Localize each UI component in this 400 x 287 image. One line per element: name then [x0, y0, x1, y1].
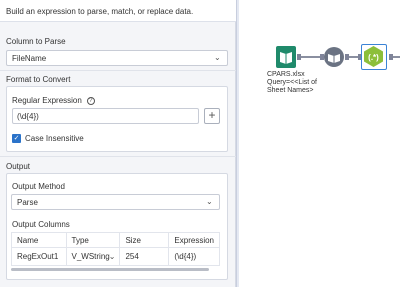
column-to-parse-label: Column to Parse: [6, 37, 66, 46]
output-label: Output: [6, 162, 31, 171]
horizontal-scrollbar[interactable]: [11, 268, 209, 271]
annotation-line-2: Query=<<List of: [267, 79, 318, 86]
output-method-dropdown[interactable]: Parse ⌄: [11, 194, 220, 210]
plus-icon[interactable]: +: [204, 108, 220, 124]
workflow-canvas[interactable]: (.*) CPARS.xlsx Query=<<List of Sheet Na…: [240, 0, 400, 287]
chevron-down-icon: ⌄: [214, 53, 221, 62]
annotation-line-1: CPARS.xlsx: [267, 71, 305, 78]
column-header-type: Type: [65, 232, 121, 248]
regex-tool[interactable]: (.*): [361, 44, 387, 70]
section-divider: [0, 70, 236, 71]
case-insensitive-checkbox[interactable]: ✓: [12, 134, 21, 143]
browse-tool[interactable]: [324, 46, 344, 68]
panel-splitter[interactable]: [236, 0, 239, 287]
cell-type[interactable]: V_WString ⌄: [65, 247, 121, 266]
output-columns-label: Output Columns: [12, 220, 70, 229]
connection-line[interactable]: [393, 56, 400, 58]
info-icon[interactable]: ?: [86, 96, 95, 105]
section-divider: [0, 156, 236, 157]
output-method-label: Output Method: [12, 182, 65, 191]
cell-size[interactable]: 254: [119, 247, 170, 266]
column-header-size: Size: [119, 232, 170, 248]
regular-expression-text: Regular Expression: [12, 96, 82, 105]
chevron-down-icon: ⌄: [206, 197, 213, 206]
table-header-row: Name Type Size Expression: [11, 232, 220, 248]
column-header-expression: Expression: [168, 232, 220, 248]
output-columns-table: Name Type Size Expression RegExOut1 V_WS…: [11, 232, 220, 266]
annotation-line-3: Sheet Names>: [267, 87, 314, 94]
book-icon: [276, 46, 296, 68]
input-tool-annotation: CPARS.xlsx Query=<<List of Sheet Names>: [267, 71, 327, 95]
column-to-parse-value: FileName: [12, 54, 47, 63]
check-icon: ✓: [13, 135, 20, 142]
cell-expression[interactable]: (\d{4}): [168, 247, 220, 266]
regular-expression-input[interactable]: (\d{4}): [12, 108, 199, 124]
cell-type-value: V_WString: [71, 252, 110, 261]
output-method-value: Parse: [17, 198, 38, 207]
format-to-convert-label: Format to Convert: [6, 75, 71, 84]
tool-description: Build an expression to parse, match, or …: [0, 0, 236, 22]
input-tool[interactable]: [276, 46, 296, 68]
svg-text:(.*): (.*): [368, 53, 379, 62]
binoculars-icon: [324, 47, 344, 67]
case-insensitive-label: Case Insensitive: [25, 134, 84, 143]
cell-name[interactable]: RegExOut1: [11, 247, 67, 266]
column-to-parse-dropdown[interactable]: FileName ⌄: [6, 50, 228, 66]
regex-icon: (.*): [364, 46, 383, 67]
column-header-name: Name: [11, 232, 67, 248]
configuration-panel: Build an expression to parse, match, or …: [0, 0, 236, 287]
chevron-down-icon: ⌄: [108, 252, 116, 261]
regular-expression-label: Regular Expression?: [12, 96, 95, 105]
table-row: RegExOut1 V_WString ⌄ 254 (\d{4}): [11, 247, 220, 266]
